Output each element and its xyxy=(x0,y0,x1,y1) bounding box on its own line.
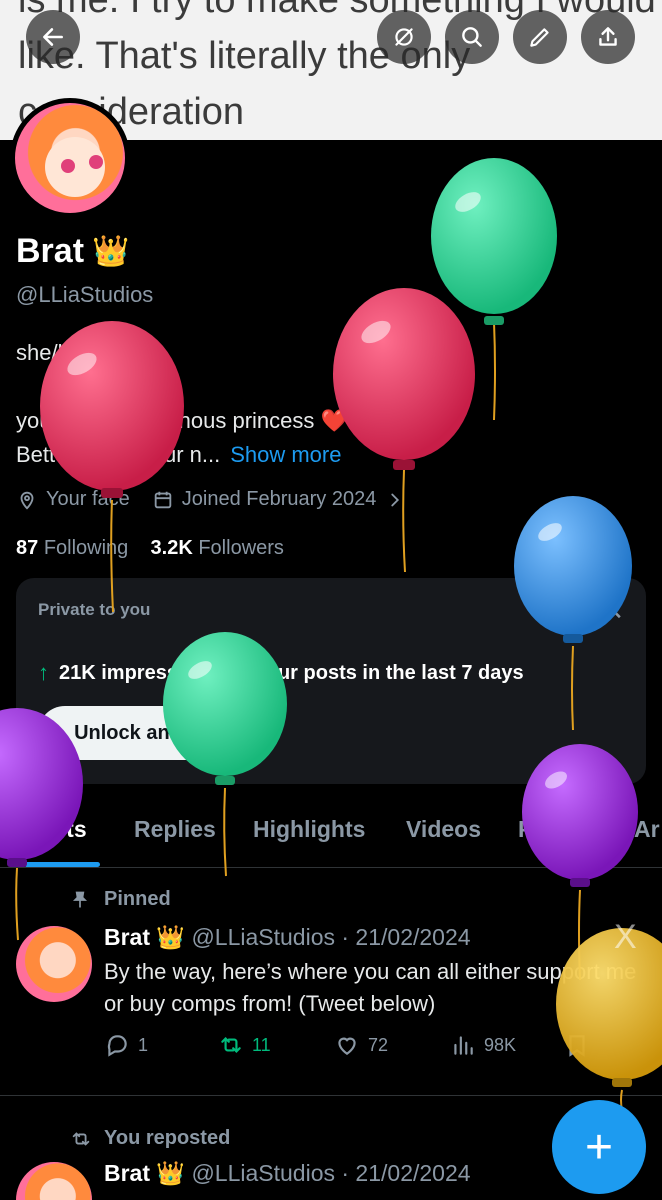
post-author[interactable]: Brat xyxy=(104,924,150,950)
impressions-stat: ↑ 21K impressions on your posts in the l… xyxy=(38,660,524,686)
location-text: Your face xyxy=(46,488,130,510)
tab-posts[interactable]: Posts xyxy=(24,816,87,843)
edit-button[interactable] xyxy=(513,10,567,64)
show-more-link[interactable]: Show more xyxy=(230,442,341,467)
follow-stats: 87 Following 3.2K Followers xyxy=(16,537,284,560)
profile-meta: Your face Joined February 2024 xyxy=(16,488,406,511)
unlock-analytics-button[interactable]: Unlock analytics xyxy=(38,706,268,760)
bio-line: Better cover your n... xyxy=(16,442,221,467)
share-button[interactable] xyxy=(581,10,635,64)
views-count: 98K xyxy=(484,1034,517,1055)
reply-count: 1 xyxy=(138,1034,149,1055)
post-author[interactable]: Brat xyxy=(104,1160,150,1186)
bookmark-icon xyxy=(569,1035,585,1057)
reply-icon xyxy=(107,1035,127,1057)
post-header: Brat 👑 @LLiaStudios · 21/02/2024 xyxy=(104,924,471,951)
post-handle-date: @LLiaStudios · 21/02/2024 xyxy=(191,924,471,950)
close-icon[interactable]: ✕ xyxy=(602,596,624,627)
impressions-text: 21K impressions on your posts in the las… xyxy=(59,661,524,684)
profile-name-text: Brat xyxy=(16,232,85,270)
avatar-eye xyxy=(89,155,103,169)
active-tab-indicator xyxy=(24,862,100,867)
tab-articles[interactable]: Ar xyxy=(634,816,660,843)
location-pin-icon xyxy=(20,491,34,510)
repost-small-icon xyxy=(72,1131,90,1146)
post-avatar[interactable] xyxy=(16,926,92,1002)
tab-videos[interactable]: Videos xyxy=(406,816,481,843)
like-button[interactable]: 72 xyxy=(334,1032,388,1058)
followers-link[interactable]: 3.2K Followers xyxy=(151,537,284,559)
arrow-up-icon: ↑ xyxy=(38,660,49,685)
repost-button[interactable]: 11 xyxy=(218,1032,271,1058)
post-header: Brat 👑 @LLiaStudios · 21/02/2024 xyxy=(104,1160,471,1187)
tab-replies[interactable]: Replies xyxy=(134,816,216,843)
views-button[interactable]: 98K xyxy=(450,1032,516,1058)
followers-count: 3.2K xyxy=(150,537,193,559)
bio-line-truncated: Better cover your n... Show more xyxy=(16,442,341,468)
tab-highlights[interactable]: Highlights xyxy=(253,816,365,843)
edit-icon xyxy=(530,28,549,47)
joined-text: Joined February 2024 xyxy=(181,488,377,510)
x-logo-watermark: X xyxy=(614,918,637,956)
avatar-eye xyxy=(61,159,75,173)
profile-name: Brat 👑 xyxy=(16,232,129,271)
profile-tabs: Posts Replies Highlights Videos Photos A… xyxy=(0,806,662,868)
analytics-card: Private to you ✕ ↑ 21K impressions on yo… xyxy=(16,578,646,784)
search-icon xyxy=(462,27,482,47)
back-arrow-icon xyxy=(43,28,63,46)
post-avatar[interactable] xyxy=(16,1162,92,1200)
repost-count: 11 xyxy=(252,1034,271,1055)
profile-avatar[interactable] xyxy=(10,98,130,218)
reply-button[interactable]: 1 xyxy=(104,1032,148,1058)
pin-icon xyxy=(72,891,88,907)
bookmark-button[interactable] xyxy=(564,1032,590,1058)
crown-emoji: 👑 xyxy=(156,924,186,950)
chevron-right-icon[interactable] xyxy=(384,489,406,511)
pinned-label: Pinned xyxy=(70,888,171,911)
like-count: 72 xyxy=(368,1034,389,1055)
following-label: Following xyxy=(43,537,129,559)
views-chart-icon xyxy=(454,1036,473,1055)
private-label: Private to you xyxy=(38,600,151,619)
tab-photos[interactable]: Photos xyxy=(518,816,596,843)
repost-icon xyxy=(221,1036,241,1054)
post-text[interactable]: By the way, here’s where you can all eit… xyxy=(104,956,644,1020)
profile-handle: @LLiaStudios xyxy=(16,282,154,307)
crown-emoji: 👑 xyxy=(92,235,130,268)
followers-label: Followers xyxy=(198,537,284,559)
search-button[interactable] xyxy=(445,10,499,64)
balloon-red xyxy=(333,288,475,573)
compose-post-button[interactable]: + xyxy=(552,1100,646,1194)
back-button[interactable] xyxy=(26,10,80,64)
following-link[interactable]: 87 Following xyxy=(16,537,128,559)
balloon-green xyxy=(431,158,557,421)
location-button[interactable] xyxy=(377,10,431,64)
post-handle-date: @LLiaStudios · 21/02/2024 xyxy=(191,1160,471,1186)
bio-line: your bratty poisonous princess ❤️ xyxy=(16,408,348,433)
reposted-text: You reposted xyxy=(104,1127,231,1149)
calendar-icon xyxy=(154,491,172,508)
crown-emoji: 👑 xyxy=(156,1160,186,1186)
no-location-icon xyxy=(395,28,413,46)
following-count: 87 xyxy=(16,537,39,559)
post-divider xyxy=(0,1095,662,1096)
heart-icon xyxy=(338,1037,356,1055)
reposted-label: You reposted xyxy=(70,1127,230,1150)
bio-line: she/her 🔞 xyxy=(16,340,123,365)
pinned-text: Pinned xyxy=(104,888,171,910)
share-icon xyxy=(599,27,617,46)
